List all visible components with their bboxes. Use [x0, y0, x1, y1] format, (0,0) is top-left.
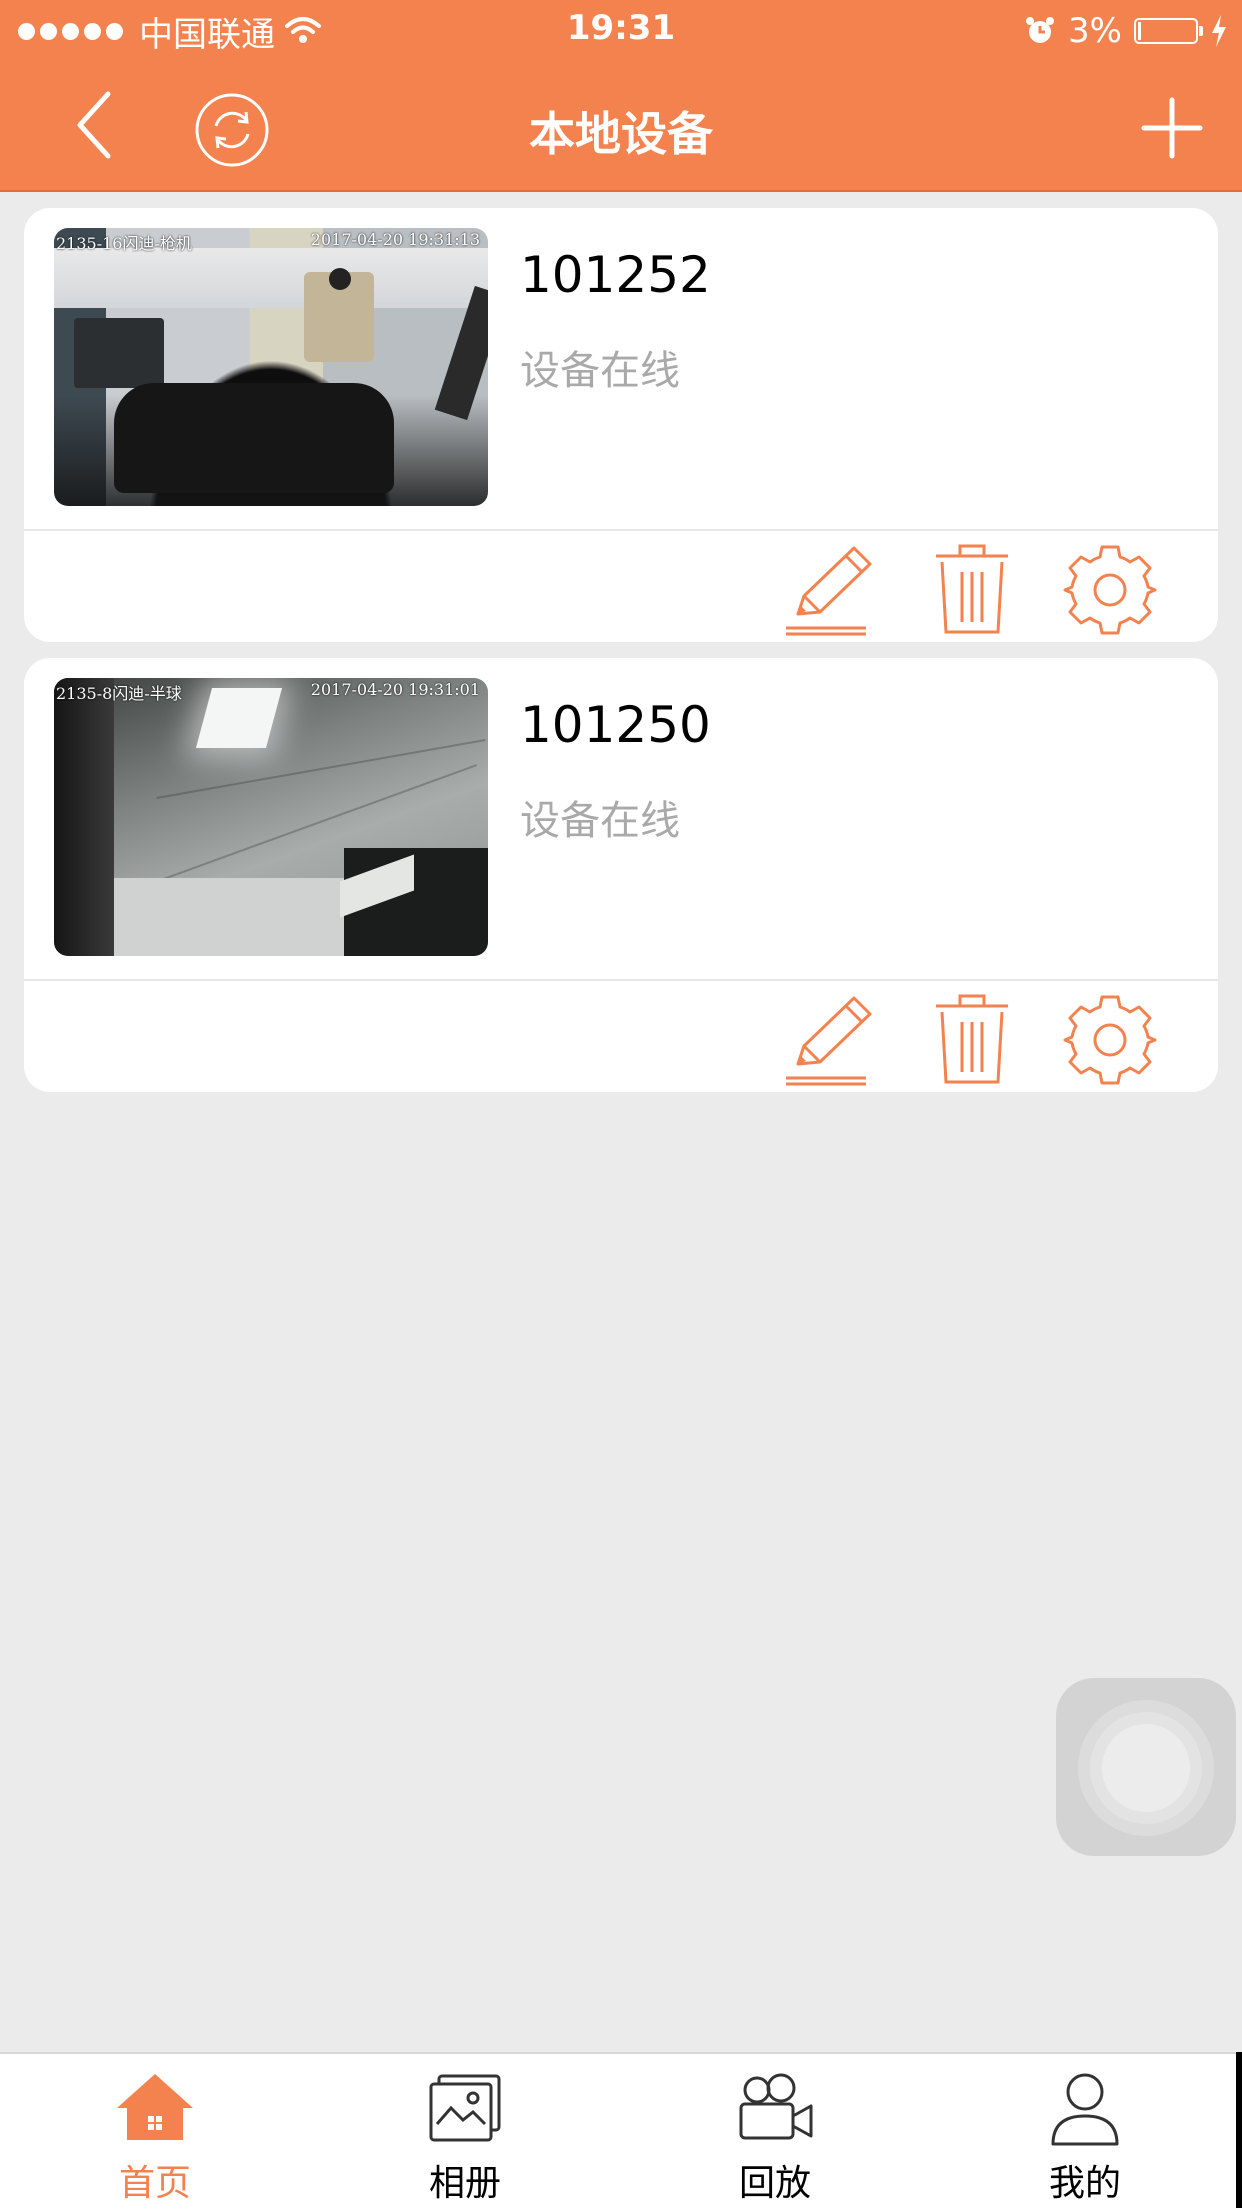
device-card: 2135-8闪迪-半球 2017-04-20 19:31:01 101250 设…: [24, 658, 1218, 1092]
device-id: 101252: [520, 246, 711, 304]
camera-preview-thumbnail[interactable]: 2135-8闪迪-半球 2017-04-20 19:31:01: [54, 678, 488, 956]
tab-label: 我的: [1048, 2163, 1121, 2204]
trash-icon: [936, 544, 1008, 634]
add-device-button[interactable]: [1140, 96, 1204, 160]
tab-label: 相册: [428, 2163, 501, 2204]
tab-home[interactable]: 首页: [0, 2054, 310, 2210]
camera-overlay-label: 2135-8闪迪-半球: [56, 684, 182, 703]
delete-device-button[interactable]: [920, 538, 1024, 642]
camera-overlay-label: 2135-16闪迪-枪机: [56, 234, 192, 253]
gear-icon: [1063, 545, 1157, 635]
delete-device-button[interactable]: [920, 988, 1024, 1092]
device-id: 101250: [520, 696, 711, 754]
status-bar: 中国联通 19:31 3%: [0, 0, 1242, 60]
battery-icon: [1134, 18, 1203, 44]
charging-bolt-icon: [1212, 15, 1226, 47]
tab-album[interactable]: 相册: [310, 2054, 620, 2210]
album-icon: [429, 2074, 501, 2142]
device-settings-button[interactable]: [1058, 988, 1162, 1092]
gear-icon: [1063, 995, 1157, 1085]
home-icon: [117, 2074, 193, 2140]
edit-device-button[interactable]: [776, 538, 880, 642]
camera-overlay-timestamp: 2017-04-20 19:31:13: [310, 230, 480, 249]
pencil-icon: [786, 546, 872, 636]
plus-icon: [1141, 97, 1203, 159]
tab-bar: 首页 相册 回放 我的: [0, 2052, 1242, 2210]
edit-device-button[interactable]: [776, 988, 880, 1092]
screen-edge: [1236, 2052, 1242, 2208]
device-status: 设备在线: [520, 348, 680, 394]
camera-overlay-timestamp: 2017-04-20 19:31:01: [310, 680, 480, 699]
profile-icon: [1051, 2073, 1119, 2146]
trash-icon: [936, 994, 1008, 1084]
tab-label: 回放: [738, 2163, 811, 2204]
device-card: 2135-16闪迪-枪机 2017-04-20 19:31:13 101252 …: [24, 208, 1218, 642]
device-settings-button[interactable]: [1058, 538, 1162, 642]
tab-label: 首页: [118, 2163, 191, 2204]
page-title: 本地设备: [529, 107, 713, 161]
camera-preview-thumbnail[interactable]: 2135-16闪迪-枪机 2017-04-20 19:31:13: [54, 228, 488, 506]
tab-profile[interactable]: 我的: [930, 2054, 1240, 2210]
navigation-bar: 本地设备: [0, 60, 1242, 192]
playback-camera-icon: [739, 2073, 813, 2140]
assistive-touch-button[interactable]: [1056, 1678, 1236, 1856]
device-status: 设备在线: [520, 798, 680, 844]
pencil-icon: [786, 996, 872, 1086]
battery-percent: 3%: [1068, 11, 1122, 51]
card-divider: [24, 979, 1218, 981]
status-right: 3%: [1024, 6, 1228, 56]
tab-playback[interactable]: 回放: [620, 2054, 930, 2210]
alarm-clock-icon: [1026, 17, 1055, 43]
card-divider: [24, 529, 1218, 531]
